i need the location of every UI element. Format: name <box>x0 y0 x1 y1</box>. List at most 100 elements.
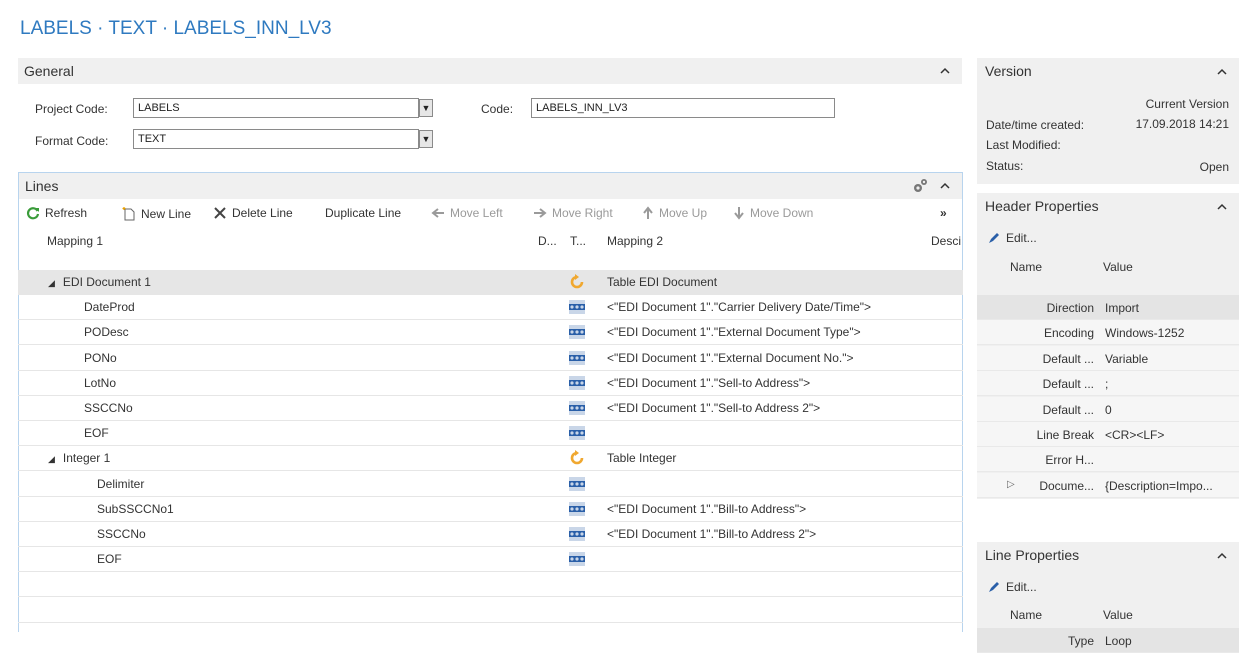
version-section-header[interactable]: Version <box>977 58 1239 84</box>
delete-line-button[interactable]: Delete Line <box>213 206 293 220</box>
current-version-label: Current Version <box>1145 97 1229 111</box>
table-row[interactable]: EOF <box>18 421 963 447</box>
property-name: Encoding <box>1043 326 1094 341</box>
table-row[interactable]: PONo <"EDI Document 1"."External Document… <box>18 346 963 371</box>
header-properties-name-col[interactable]: Name <box>1010 260 1042 274</box>
format-code-input[interactable]: TEXT <box>133 129 419 149</box>
field-dots-icon <box>569 401 585 415</box>
line-properties-value-col[interactable]: Value <box>1103 608 1133 622</box>
move-right-button[interactable]: Move Right <box>533 206 613 220</box>
property-name: Docume... <box>1039 478 1094 493</box>
row-mapping1-label: SSCCNo <box>97 527 146 541</box>
property-row[interactable]: Error H... <box>977 447 1239 473</box>
property-row[interactable]: Line Break <CR><LF> <box>977 422 1239 447</box>
header-properties-section-header[interactable]: Header Properties <box>977 193 1239 219</box>
row-mapping1: PODesc <box>84 325 129 339</box>
line-properties-edit-button[interactable]: Edit... <box>988 580 1037 594</box>
expand-triangle-icon[interactable]: ▷ <box>1007 479 1015 490</box>
last-modified-label: Last Modified: <box>986 138 1061 152</box>
edit-label: Edit... <box>1006 580 1037 594</box>
table-row[interactable]: ◢ Integer 1 Table Integer <box>18 446 963 472</box>
format-code-dropdown-button[interactable]: ▼ <box>419 130 433 148</box>
row-type-icon <box>569 274 585 293</box>
row-mapping1: Delimiter <box>97 477 144 491</box>
table-row-empty[interactable] <box>18 572 963 598</box>
project-code-dropdown-button[interactable]: ▼ <box>419 99 433 117</box>
header-properties-value-col[interactable]: Value <box>1103 260 1133 274</box>
row-mapping1: ◢ EDI Document 1 <box>48 275 151 289</box>
expand-triangle-icon[interactable]: ◢ <box>48 278 55 288</box>
row-mapping1: SSCCNo <box>97 527 146 541</box>
delete-x-icon <box>214 207 226 219</box>
row-type-icon <box>569 375 585 394</box>
property-row[interactable]: Default ... 0 <box>977 396 1239 422</box>
row-mapping1-label: DateProd <box>84 300 135 315</box>
general-section-header[interactable]: General <box>18 58 962 84</box>
collapse-chevron-icon[interactable] <box>1217 203 1227 211</box>
lines-section-header[interactable]: Lines <box>19 173 962 199</box>
property-row[interactable]: Default ...; <box>977 371 1239 397</box>
collapse-chevron-icon[interactable] <box>1217 552 1227 560</box>
table-row-empty[interactable] <box>18 598 963 623</box>
property-row[interactable]: Default ... Variable <box>977 345 1239 371</box>
new-line-button[interactable]: New Line <box>122 206 191 221</box>
header-properties-edit-button[interactable]: Edit... <box>988 231 1037 245</box>
table-row[interactable]: ◢ EDI Document 1 Table EDI Document <box>18 270 963 295</box>
table-row[interactable]: Delimiter <box>18 472 963 497</box>
move-down-label: Move Down <box>750 206 814 220</box>
property-row[interactable]: Direction Import <box>977 295 1239 320</box>
pencil-icon <box>989 582 999 592</box>
collapse-chevron-icon[interactable] <box>940 67 950 75</box>
line-properties-section-header[interactable]: Line Properties <box>977 542 1239 568</box>
expand-triangle-icon[interactable]: ◢ <box>48 454 55 464</box>
property-row[interactable]: Encoding Windows-1252 <box>977 320 1239 346</box>
refresh-button[interactable]: Refresh <box>26 206 87 220</box>
field-dots-icon <box>569 325 585 340</box>
row-type-icon <box>569 400 585 419</box>
move-left-label: Move Left <box>450 206 503 220</box>
property-name: Default ... <box>1042 351 1094 366</box>
collapse-chevron-icon[interactable] <box>940 182 950 190</box>
row-mapping1-label: Delimiter <box>97 476 145 491</box>
column-header-t[interactable]: T... <box>570 234 586 248</box>
collapse-chevron-icon[interactable] <box>1217 68 1227 76</box>
table-row[interactable]: SSCCNo <"EDI Document 1"."Bill-to Address… <box>18 522 963 547</box>
table-row[interactable]: DateProd <"EDI Document 1"."Carrier Deliv… <box>18 295 963 321</box>
property-row[interactable]: Docume... ▷ {Description=Impo... <box>977 472 1239 498</box>
line-properties-title: Line Properties <box>985 547 1080 563</box>
table-row[interactable]: LotNo <"EDI Document 1"."Sell-to Address"… <box>18 371 963 396</box>
move-right-label: Move Right <box>552 206 613 220</box>
project-code-label: Project Code: <box>35 102 108 116</box>
property-value: Loop <box>1105 634 1132 648</box>
project-code-input[interactable]: LABELS <box>133 98 419 118</box>
move-down-button[interactable]: Move Down <box>733 206 813 220</box>
move-up-button[interactable]: Move Up <box>642 206 707 220</box>
table-row[interactable]: SSCCNo <"EDI Document 1"."Sell-to Address… <box>18 396 963 421</box>
column-header-mapping2[interactable]: Mapping 2 <box>607 234 663 248</box>
toolbar-overflow-button[interactable]: » <box>940 206 947 220</box>
column-header-description[interactable]: Desci <box>931 234 963 248</box>
row-mapping2: Table Integer <box>607 451 677 466</box>
line-properties-name-col[interactable]: Name <box>1010 608 1042 622</box>
row-type-icon <box>569 350 585 369</box>
general-title: General <box>24 63 74 79</box>
duplicate-line-label: Duplicate Line <box>325 206 402 220</box>
row-mapping2: <"EDI Document 1"."External Document No.… <box>607 350 854 365</box>
table-row[interactable]: PODesc <"EDI Document 1"."External Docume… <box>18 320 963 346</box>
field-dots-icon <box>569 552 585 567</box>
row-type-icon <box>569 551 585 570</box>
column-header-mapping1[interactable]: Mapping 1 <box>47 234 103 248</box>
row-mapping1: SSCCNo <box>84 401 133 415</box>
table-row[interactable]: EOF <box>18 547 963 573</box>
move-left-button[interactable]: Move Left <box>431 206 503 220</box>
table-row[interactable]: SubSSCCNo1 <"EDI Document 1"."Bill-to Add… <box>18 497 963 522</box>
row-mapping1: DateProd <box>84 300 135 314</box>
delete-line-label: Delete Line <box>232 206 293 220</box>
gears-icon[interactable] <box>912 178 928 194</box>
property-value: 0 <box>1105 402 1112 417</box>
format-code-label: Format Code: <box>35 134 109 148</box>
duplicate-line-button[interactable]: Duplicate Line <box>325 206 401 220</box>
code-input[interactable]: LABELS_INN_LV3 <box>531 98 835 118</box>
row-mapping1-label: PONo <box>84 350 117 365</box>
column-header-d[interactable]: D... <box>538 234 557 248</box>
